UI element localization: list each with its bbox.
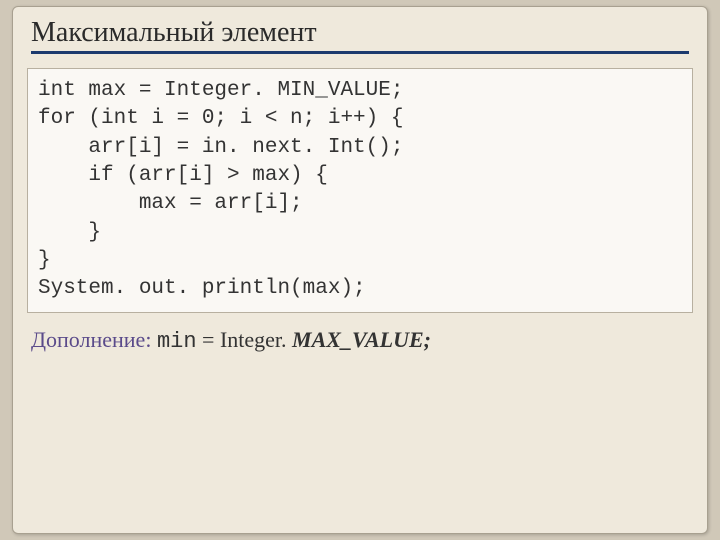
note-label: Дополнение: (31, 327, 151, 352)
title-container: Максимальный элемент (13, 17, 707, 54)
note-var: min (157, 329, 197, 354)
note-eq: = Integer. (197, 327, 293, 352)
slide-title: Максимальный элемент (31, 17, 689, 54)
slide: Максимальный элемент int max = Integer. … (12, 6, 708, 534)
note-line: Дополнение: min = Integer. MAX_VALUE; (31, 327, 689, 354)
code-block: int max = Integer. MIN_VALUE; for (int i… (27, 68, 693, 313)
note-tail: MAX_VALUE; (292, 327, 431, 352)
